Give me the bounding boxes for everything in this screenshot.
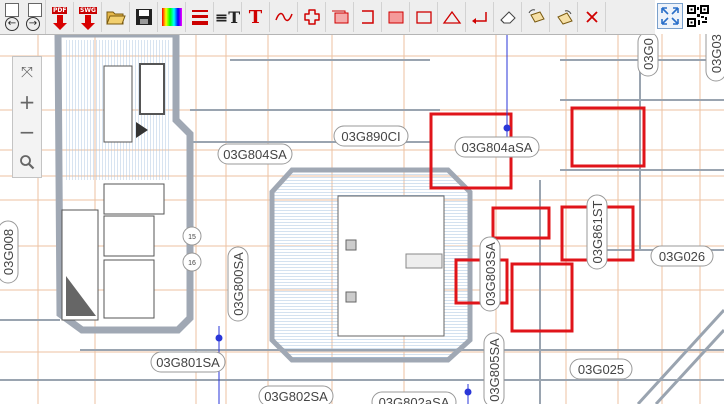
rotate-left-button[interactable] — [522, 2, 550, 32]
color-palette-icon — [161, 8, 182, 26]
zoom-search-icon — [20, 155, 35, 170]
room-label[interactable]: 16 — [188, 260, 196, 267]
room-label[interactable]: 03G0 — [637, 31, 659, 77]
room-label-text: 03G890CI — [341, 129, 400, 144]
room-label[interactable]: 03G008 — [0, 220, 19, 284]
room-label-text: 03G800SA — [231, 252, 246, 316]
return-arrow-button[interactable] — [466, 2, 494, 32]
floor-plan-canvas[interactable]: 03G890CI 03G804SA 03G804aSA 03G026 03G801SA 0… — [0, 0, 724, 404]
room-label-text: 03G0 — [641, 38, 656, 70]
triangle-button[interactable] — [438, 2, 466, 32]
wc-core — [269, 167, 473, 363]
room-label-text: 03G026 — [659, 249, 705, 264]
room-label[interactable]: 03G025 — [569, 358, 633, 380]
room-label-text: 03G805SA — [487, 338, 502, 402]
room-label[interactable]: 03G804aSA — [454, 136, 540, 158]
return-arrow-icon — [471, 12, 487, 24]
room-label[interactable]: 03G890CI — [333, 125, 409, 147]
filled-rectangle-icon — [388, 11, 403, 24]
export-svg-button[interactable]: SWG — [74, 2, 102, 32]
bracket-button[interactable] — [354, 2, 382, 32]
text-icon: T — [248, 6, 263, 28]
zoom-in-button[interactable]: + — [13, 87, 41, 117]
room-label-text: 03G802aSA — [379, 395, 450, 404]
room-label[interactable]: 03G026 — [650, 245, 714, 267]
zoom-out-icon: − — [18, 120, 36, 144]
toolbar: ← → PDF SWG ≡T T — [0, 0, 655, 35]
qr-code-icon — [687, 5, 709, 27]
close-icon — [585, 11, 598, 23]
rotate-left-icon — [528, 9, 545, 23]
room-label[interactable]: 03G804SA — [217, 143, 293, 165]
freehand-icon — [274, 12, 293, 22]
cloud-icon — [303, 9, 320, 25]
room-label[interactable]: 03G803SA — [479, 236, 501, 312]
eraser-button[interactable] — [494, 2, 522, 32]
room-label-text: 16 — [188, 260, 196, 267]
qr-button[interactable] — [687, 5, 709, 27]
pdf-label: PDF — [52, 7, 68, 14]
zoom-controls: ⤧ + − — [12, 56, 42, 178]
room-label-text: 15 — [188, 234, 196, 241]
rectangle-button[interactable] — [410, 2, 438, 32]
room-label-text: 03G801SA — [156, 355, 220, 370]
text-size-button[interactable]: ≡T — [214, 2, 242, 32]
save-button[interactable] — [130, 2, 158, 32]
open-folder-icon — [105, 11, 126, 25]
window-nav: ← → — [0, 0, 46, 34]
freehand-button[interactable] — [270, 2, 298, 32]
export-pdf-button[interactable]: PDF — [46, 2, 74, 32]
text-size-icon: ≡T — [214, 7, 241, 27]
zoom-in-icon: + — [18, 90, 36, 114]
room-label-text: 03G861ST — [590, 201, 605, 264]
room-label[interactable]: 03G805SA — [483, 332, 505, 404]
zoom-out-button[interactable]: − — [13, 117, 41, 147]
fit-extent-button[interactable]: ⤧ — [13, 57, 41, 87]
room-label[interactable]: 03G861ST — [586, 194, 608, 270]
room-label[interactable]: 03G800SA — [227, 246, 249, 322]
cloud-button[interactable] — [298, 2, 326, 32]
fit-extent-icon: ⤧ — [20, 63, 33, 81]
close-button[interactable] — [578, 2, 606, 32]
room-label-text: 03G804aSA — [462, 140, 533, 155]
room-label-text: 03G804SA — [223, 147, 287, 162]
fullscreen-button[interactable] — [657, 3, 683, 29]
save-icon — [135, 9, 152, 25]
forward-icon[interactable]: → — [26, 17, 40, 31]
room-label[interactable]: 03G802aSA — [371, 391, 457, 404]
copy-window-icon[interactable] — [5, 3, 19, 17]
right-controls — [655, 0, 724, 34]
rectangle-shadow-icon — [331, 10, 348, 24]
svg-label: SWG — [79, 7, 97, 14]
zoom-search-button[interactable] — [13, 147, 41, 177]
rotate-right-button[interactable] — [550, 2, 578, 32]
rectangle-shadow-button[interactable] — [326, 2, 354, 32]
bracket-icon — [361, 10, 374, 24]
room-label-text: 03G802SA — [264, 389, 328, 404]
triangle-icon — [442, 10, 461, 24]
open-button[interactable] — [102, 2, 130, 32]
line-weight-icon — [191, 10, 208, 25]
room-label[interactable]: 03G802SA — [258, 385, 334, 404]
rectangle-icon — [415, 11, 432, 24]
line-weight-button[interactable] — [186, 2, 214, 32]
fullscreen-icon — [661, 7, 679, 25]
copy-window-icon-2[interactable] — [28, 3, 42, 17]
back-icon[interactable]: ← — [5, 17, 19, 31]
text-button[interactable]: T — [242, 2, 270, 32]
eraser-icon — [499, 11, 516, 24]
room-label-text: 03G803SA — [483, 242, 498, 306]
color-button[interactable] — [158, 2, 186, 32]
filled-rectangle-button[interactable] — [382, 2, 410, 32]
room-label[interactable]: 03G801SA — [150, 351, 226, 373]
room-label[interactable]: 15 — [188, 234, 196, 241]
room-label-text: 03G025 — [578, 362, 624, 377]
rotate-right-icon — [556, 10, 573, 25]
room-label-text: 03G008 — [1, 229, 16, 275]
